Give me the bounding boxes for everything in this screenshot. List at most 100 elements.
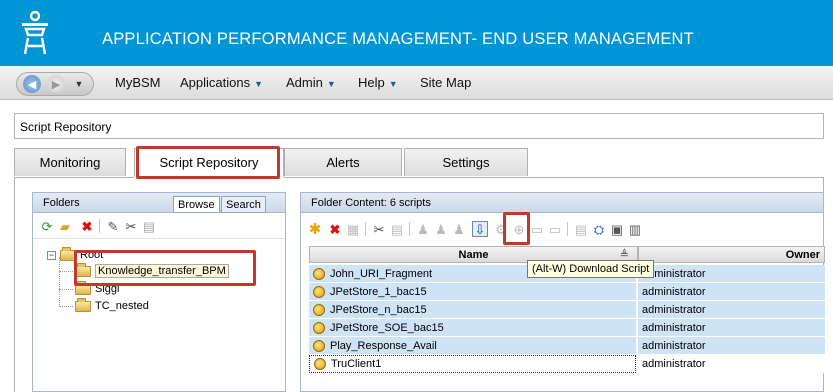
delete-icon[interactable]: ✖ <box>327 221 343 237</box>
table-row[interactable]: Play_Response_Avail administrator <box>309 337 825 355</box>
nav-mybsm-label: MyBSM <box>115 75 161 90</box>
nav-site-map[interactable]: Site Map <box>420 75 471 90</box>
highlight-script-repository-tab <box>136 146 280 179</box>
owner-cell: administrator <box>638 337 825 355</box>
nav-mybsm[interactable]: MyBSM <box>115 75 161 90</box>
tab-alerts[interactable]: Alerts <box>284 148 402 176</box>
cut-icon[interactable]: ✂ <box>123 218 139 234</box>
tree-connector <box>59 306 73 307</box>
history-icon[interactable]: ▭ <box>529 221 545 237</box>
script-name-cell: Play_Response_Avail <box>309 337 636 355</box>
edit-icon[interactable]: ✎ <box>105 218 121 234</box>
nav-help[interactable]: Help ▼ <box>358 75 398 90</box>
tab-search[interactable]: Search <box>221 196 266 213</box>
script-name-cell: JPetStore_n_bac15 <box>309 301 636 319</box>
script-icon <box>313 303 325 316</box>
download-icon[interactable]: ⇩ <box>472 221 488 237</box>
cut-icon[interactable]: ✂ <box>371 221 387 237</box>
table-row[interactable]: JPetStore_SOE_bac15 administrator <box>309 319 825 337</box>
find-icon[interactable]: ▤ <box>573 221 589 237</box>
tab-settings-label: Settings <box>442 155 490 170</box>
owner-cell: administrator <box>638 283 825 301</box>
new-script-icon[interactable]: ✱ <box>307 221 323 237</box>
app-title: APPLICATION PERFORMANCE MANAGEMENT- END … <box>102 30 694 48</box>
hp-tower-logo <box>22 10 48 55</box>
tree-item-label: TC_nested <box>95 300 149 312</box>
refresh-icon[interactable]: ⟳ <box>39 218 55 234</box>
nav-bar: ◀ ▶ ▼ MyBSM Applications ▼ Admin ▼ Help ▼ S… <box>0 66 833 100</box>
tab-settings[interactable]: Settings <box>404 148 528 176</box>
check-in-icon[interactable]: ♟ <box>433 221 449 237</box>
nav-help-label: Help <box>358 75 385 90</box>
nav-applications[interactable]: Applications ▼ <box>180 75 263 90</box>
paste-icon[interactable]: ▤ <box>389 221 405 237</box>
tree-connector <box>59 289 73 290</box>
script-icon <box>313 267 325 280</box>
folder-content-title: Folder Content: 6 scripts <box>311 197 431 209</box>
divider <box>365 222 366 236</box>
script-name: John_URI_Fragment <box>330 267 433 280</box>
tab-alerts-label: Alerts <box>326 155 360 170</box>
tab-monitoring-label: Monitoring <box>39 155 101 170</box>
owner-cell: administrator <box>638 301 825 319</box>
folders-panel-header: Folders Browse Search <box>33 193 285 213</box>
table-row[interactable]: JPetStore_n_bac15 administrator <box>309 301 825 319</box>
chevron-down-icon: ▼ <box>326 79 336 89</box>
clear-icon[interactable]: ▣ <box>609 221 625 237</box>
script-name-cell: TruClient1 <box>309 355 636 373</box>
breadcrumb: Script Repository <box>14 113 824 139</box>
script-icon <box>313 339 325 352</box>
forward-arrow-icon[interactable]: ▶ <box>47 75 65 93</box>
content-toolbar: ✱ ✖ ▦ ✂ ▤ ♟ ♟ ♟ ⇩ ⚙ ⊕ ▭ ▭ ▤ ⛭ ▣ ▥ <box>301 213 823 243</box>
divider <box>409 222 410 236</box>
highlight-selected-folder <box>74 250 256 286</box>
calculator-icon[interactable]: ▥ <box>627 221 643 237</box>
script-icon <box>313 321 325 334</box>
tree-connector <box>59 257 60 307</box>
script-name-cell: JPetStore_1_bac15 <box>309 283 636 301</box>
script-name: TruClient1 <box>331 358 382 370</box>
table-row[interactable]: TruClient1 administrator <box>309 355 825 373</box>
app-header: APPLICATION PERFORMANCE MANAGEMENT- END … <box>0 0 833 66</box>
new-folder-icon[interactable]: ▰ <box>57 218 73 234</box>
check-out-icon[interactable]: ♟ <box>415 221 431 237</box>
paste-icon[interactable]: ▤ <box>141 218 157 234</box>
chevron-down-icon: ▼ <box>254 79 264 89</box>
tab-monitoring[interactable]: Monitoring <box>14 148 126 176</box>
script-name: JPetStore_1_bac15 <box>330 285 427 298</box>
divider <box>14 177 134 178</box>
upload-icon[interactable]: ▦ <box>345 221 361 237</box>
chevron-down-icon: ▼ <box>388 79 398 89</box>
folders-panel-title: Folders <box>43 197 80 209</box>
divider <box>99 219 100 233</box>
tab-browse[interactable]: Browse <box>173 196 220 213</box>
delete-icon[interactable]: ✖ <box>79 218 95 234</box>
script-icon <box>314 358 326 370</box>
table-row[interactable]: JPetStore_1_bac15 administrator <box>309 283 825 301</box>
nav-admin-label: Admin <box>286 75 323 90</box>
undo-check-out-icon[interactable]: ♟ <box>451 221 467 237</box>
nav-applications-label: Applications <box>180 75 251 90</box>
script-name: Play_Response_Avail <box>330 339 437 352</box>
tree-item-tc-nested[interactable]: TC_nested <box>75 297 149 314</box>
properties-icon[interactable]: ▭ <box>547 221 563 237</box>
script-name: JPetStore_SOE_bac15 <box>330 321 444 334</box>
script-icon <box>313 285 325 298</box>
download-script-tooltip: (Alt-W) Download Script <box>527 260 655 278</box>
nav-site-map-label: Site Map <box>420 75 472 90</box>
column-header-owner[interactable]: Owner <box>638 246 825 263</box>
folder-content-header: Folder Content: 6 scripts <box>301 193 823 213</box>
folders-panel: Folders Browse Search ⟳ ▰ ✖ ✎ ✂ ▤ − Root… <box>32 192 286 392</box>
folders-toolbar: ⟳ ▰ ✖ ✎ ✂ ▤ <box>33 213 285 239</box>
script-name: JPetStore_n_bac15 <box>330 303 427 316</box>
divider <box>567 222 568 236</box>
back-arrow-icon[interactable]: ◀ <box>23 75 41 93</box>
collapse-icon[interactable]: − <box>47 250 56 260</box>
folder-icon <box>75 297 91 312</box>
script-name-cell: JPetStore_SOE_bac15 <box>309 319 636 337</box>
history-dropdown-icon[interactable]: ▼ <box>71 75 87 93</box>
owner-cell: administrator <box>638 319 825 337</box>
nav-admin[interactable]: Admin ▼ <box>286 75 336 90</box>
export-icon[interactable]: ⛭ <box>591 221 607 237</box>
tree-connector <box>59 271 73 272</box>
